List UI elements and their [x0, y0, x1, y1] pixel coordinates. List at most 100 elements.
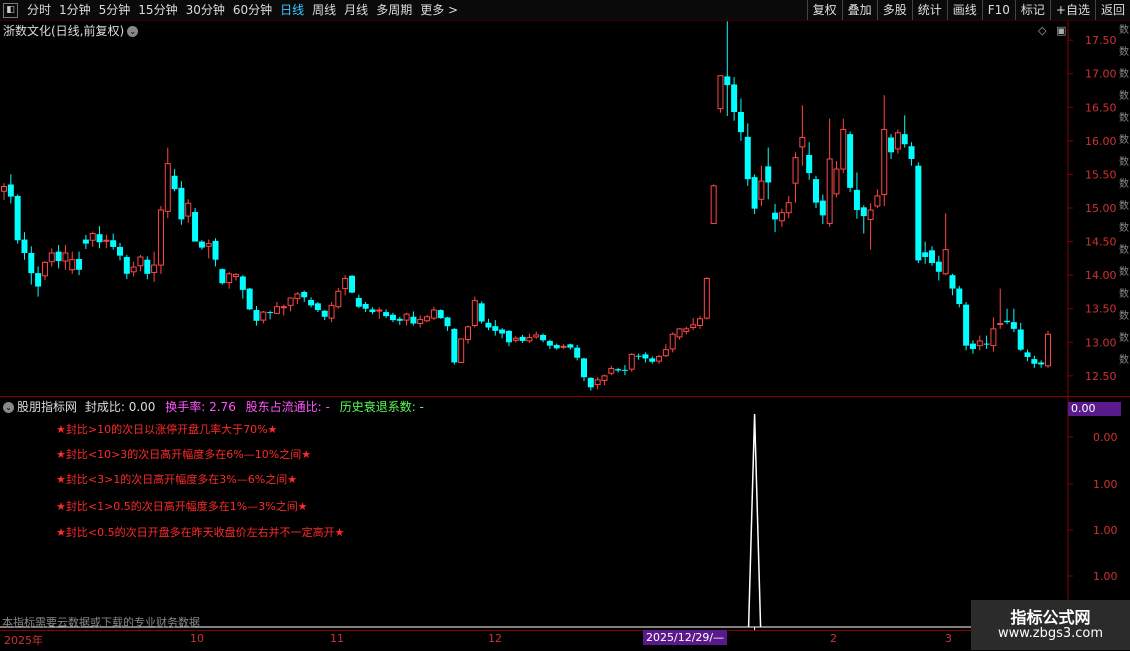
tool-button[interactable]: 标记 — [1014, 0, 1050, 20]
side-strip-char: 数 — [1119, 333, 1129, 344]
indicator-axis: 0.001.001.001.001.00 — [1068, 431, 1118, 628]
indicator-name[interactable]: 股朋指标网 — [17, 400, 77, 414]
candle-body — [505, 330, 512, 343]
time-label: 12 — [488, 632, 502, 645]
candle-body — [212, 240, 219, 260]
candle — [260, 310, 267, 324]
tool-button[interactable]: 多股 — [876, 0, 912, 20]
candle — [1045, 330, 1051, 368]
note-line-5: ★封比<0.5的次日开盘多在昨天收盘价左右并不一定高开★ — [56, 526, 345, 539]
price-label: 13.00 — [1085, 336, 1117, 349]
candle-body — [314, 303, 321, 311]
candle-body — [949, 275, 956, 289]
candle-body — [594, 379, 601, 386]
tool-button[interactable]: 统计 — [911, 0, 947, 20]
candle — [785, 195, 792, 219]
price-label: 14.00 — [1085, 269, 1117, 282]
candle-body — [96, 234, 103, 243]
watermark: 指标公式网 www.zbgs3.com — [971, 600, 1130, 650]
panel-toggle-icon[interactable]: ▣ — [1056, 24, 1066, 37]
period-tabs: 分时 1分钟 5分钟 15分钟 30分钟 60分钟 日线 周线 月线 多周期 更多 > — [27, 0, 458, 20]
period-tab[interactable]: 分时 — [27, 0, 51, 20]
candle — [505, 330, 512, 347]
period-tab[interactable]: 日线 — [280, 0, 304, 20]
diamond-icon[interactable]: ◇ — [1038, 24, 1046, 37]
tool-button[interactable]: 复权 — [806, 0, 842, 20]
candle — [662, 344, 669, 358]
chevron-down-icon[interactable]: ⌄ — [127, 26, 139, 37]
candle — [417, 315, 424, 328]
candle — [949, 273, 956, 296]
candle — [1017, 322, 1024, 352]
side-strip-char: 数 — [1119, 135, 1129, 146]
tool-button[interactable]: F10 — [981, 0, 1015, 20]
candle — [62, 244, 69, 270]
candle — [1031, 355, 1038, 368]
candle-body — [239, 276, 246, 290]
candlestick-chart — [1, 21, 1051, 391]
time-axis: 2025年 10 11 12 2 3 — [0, 630, 1130, 651]
price-label: 16.50 — [1085, 101, 1117, 114]
candle-body — [601, 375, 608, 382]
period-tab[interactable]: 周线 — [312, 0, 336, 20]
candle-body — [410, 316, 417, 324]
side-strip-char: 数 — [1119, 69, 1129, 80]
candle-body — [574, 347, 581, 358]
period-tab[interactable]: 30分钟 — [186, 0, 225, 20]
candle — [942, 213, 949, 276]
candle — [963, 302, 970, 351]
candle — [273, 302, 280, 315]
candle — [123, 255, 130, 280]
candle — [478, 301, 485, 324]
candle-body — [342, 278, 349, 290]
candle — [676, 328, 683, 340]
candle — [355, 294, 362, 309]
candle — [690, 318, 697, 331]
period-tab[interactable]: 60分钟 — [233, 0, 272, 20]
lishi-value: 历史衰退系数: - — [339, 400, 424, 414]
candle — [587, 377, 594, 391]
chevron-down-icon[interactable]: ⌄ — [3, 402, 14, 413]
side-strip-char: 数 — [1119, 25, 1129, 36]
period-tab[interactable]: 1分钟 — [59, 0, 91, 20]
candle — [28, 246, 35, 285]
candle-body — [853, 189, 860, 211]
candle — [485, 318, 492, 331]
candle — [110, 233, 117, 250]
period-tab[interactable]: 5分钟 — [99, 0, 131, 20]
candle-body — [383, 312, 390, 317]
candle-body — [198, 241, 205, 248]
side-strip-char: 数 — [1119, 289, 1129, 300]
tool-button[interactable]: 返回 — [1094, 0, 1130, 20]
indicator-chart — [747, 413, 762, 632]
candle — [144, 256, 151, 280]
tool-button[interactable]: +自选 — [1049, 0, 1095, 20]
period-tab[interactable]: 15分钟 — [138, 0, 177, 20]
period-tab[interactable]: 更多 > — [420, 0, 458, 20]
candle-body — [792, 157, 799, 184]
candle-body — [1, 186, 7, 192]
note-line-2: ★封比<10>3的次日高开幅度多在6%—10%之间★ — [56, 448, 312, 461]
candle-body — [560, 345, 567, 348]
period-tab[interactable]: 多周期 — [376, 0, 412, 20]
candle — [14, 194, 21, 244]
candle — [328, 302, 335, 323]
candle-body — [458, 338, 465, 363]
candle — [560, 344, 567, 349]
candle-body — [55, 251, 62, 262]
menu-icon[interactable]: ◧ — [3, 3, 18, 18]
candle — [867, 203, 874, 250]
tool-button[interactable]: 叠加 — [841, 0, 877, 20]
candle-body — [403, 313, 410, 321]
tool-button[interactable]: 画线 — [946, 0, 982, 20]
period-tab[interactable]: 月线 — [344, 0, 368, 20]
candle — [908, 142, 915, 166]
candle — [1024, 349, 1031, 362]
candle — [410, 311, 417, 326]
candle-body — [642, 354, 649, 359]
side-strip-char: 数 — [1119, 179, 1129, 190]
candle — [205, 239, 212, 259]
time-label: 2025年 — [4, 634, 43, 647]
candle-body — [430, 309, 437, 319]
candle-body — [901, 134, 908, 145]
